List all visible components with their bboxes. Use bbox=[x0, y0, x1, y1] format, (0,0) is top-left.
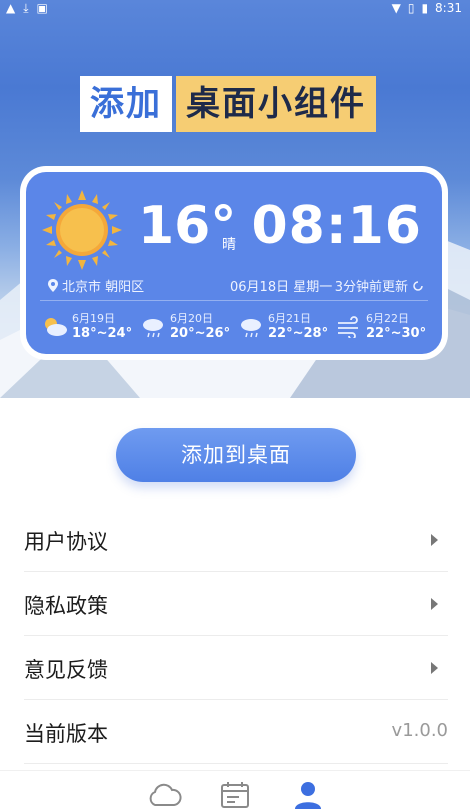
menu-item-label: 隐私政策 bbox=[24, 594, 108, 618]
add-to-desktop-button[interactable]: 添加到桌面 bbox=[116, 428, 356, 482]
calendar-icon[interactable] bbox=[217, 779, 253, 811]
settings-menu: 用户协议 隐私政策 意见反馈 当前版本 v1.0.0 bbox=[24, 508, 448, 764]
forecast-range: 18°~24° bbox=[72, 326, 133, 341]
forecast-date: 6月21日 bbox=[268, 312, 311, 325]
weather-condition: 晴 bbox=[222, 237, 236, 253]
page-title: 添加 桌面小组件 bbox=[80, 76, 376, 132]
menu-item-label: 用户协议 bbox=[24, 530, 108, 554]
forecast-date: 6月22日 bbox=[366, 312, 409, 325]
widget-date: 06月18日 星期一 bbox=[230, 280, 333, 295]
forecast-date: 6月20日 bbox=[170, 312, 213, 325]
wifi-icon: ▼ bbox=[391, 1, 401, 15]
battery-icon: ▮ bbox=[421, 1, 429, 15]
sim-icon: ▯ bbox=[407, 1, 415, 15]
forecast-range: 22°~28° bbox=[268, 326, 329, 341]
bottom-tab-bar bbox=[0, 770, 470, 812]
forecast-item: 6月19日 18°~24° bbox=[42, 312, 140, 342]
widget-clock: 08:16 bbox=[251, 196, 422, 256]
title-part-add: 添加 bbox=[80, 76, 172, 132]
weather-widget-preview[interactable]: 16° 晴 08:16 北京市 朝阳区 06月18日 星期一 3分钟前更新 6月… bbox=[20, 166, 448, 360]
wind-icon bbox=[338, 316, 358, 338]
location-text: 北京市 朝阳区 bbox=[62, 280, 145, 295]
a-box-icon: ▣ bbox=[36, 1, 48, 15]
menu-item-label: 意见反馈 bbox=[24, 658, 108, 682]
location-pin-icon bbox=[48, 279, 58, 292]
cloud-icon[interactable] bbox=[146, 779, 182, 811]
forecast-range: 22°~30° bbox=[366, 326, 427, 341]
chevron-right-icon bbox=[431, 534, 438, 546]
version-value: v1.0.0 bbox=[391, 720, 448, 741]
forecast-item: 6月20日 20°~26° bbox=[140, 312, 238, 342]
forecast-date: 6月19日 bbox=[72, 312, 115, 325]
menu-item-label: 当前版本 bbox=[24, 722, 108, 746]
cloud-rain-icon bbox=[241, 319, 261, 338]
status-bar: ▲ ⤓ ▣ ▼ ▯ ▮ 8:31 bbox=[0, 0, 470, 18]
menu-item-version: 当前版本 v1.0.0 bbox=[24, 700, 448, 764]
menu-item-user-agreement[interactable]: 用户协议 bbox=[24, 508, 448, 572]
updated-text: 3分钟前更新 bbox=[334, 280, 408, 295]
menu-item-privacy-policy[interactable]: 隐私政策 bbox=[24, 572, 448, 636]
location: 北京市 朝阳区 bbox=[48, 276, 144, 295]
cloud-rain-icon bbox=[143, 319, 163, 338]
download-icon: ⤓ bbox=[23, 1, 29, 15]
user-icon[interactable] bbox=[290, 779, 326, 811]
status-time: 8:31 bbox=[435, 1, 462, 15]
a-icon: ▲ bbox=[6, 1, 16, 15]
update-status: 3分钟前更新 bbox=[335, 276, 424, 295]
widget-divider bbox=[40, 300, 428, 301]
sun-icon bbox=[42, 190, 122, 270]
forecast-row: 6月19日 18°~24° 6月20日 20°~26° 6月21日 22°~28… bbox=[42, 312, 434, 342]
title-part-widget: 桌面小组件 bbox=[176, 76, 376, 132]
weather-widget-card: 16° 晴 08:16 北京市 朝阳区 06月18日 星期一 3分钟前更新 6月… bbox=[26, 172, 442, 354]
chevron-right-icon bbox=[431, 598, 438, 610]
partly-cloudy-icon bbox=[45, 318, 67, 336]
forecast-range: 20°~26° bbox=[170, 326, 231, 341]
chevron-right-icon bbox=[431, 662, 438, 674]
refresh-icon bbox=[413, 280, 423, 291]
forecast-item: 6月22日 22°~30° bbox=[336, 312, 434, 342]
menu-item-feedback[interactable]: 意见反馈 bbox=[24, 636, 448, 700]
forecast-item: 6月21日 22°~28° bbox=[238, 312, 336, 342]
